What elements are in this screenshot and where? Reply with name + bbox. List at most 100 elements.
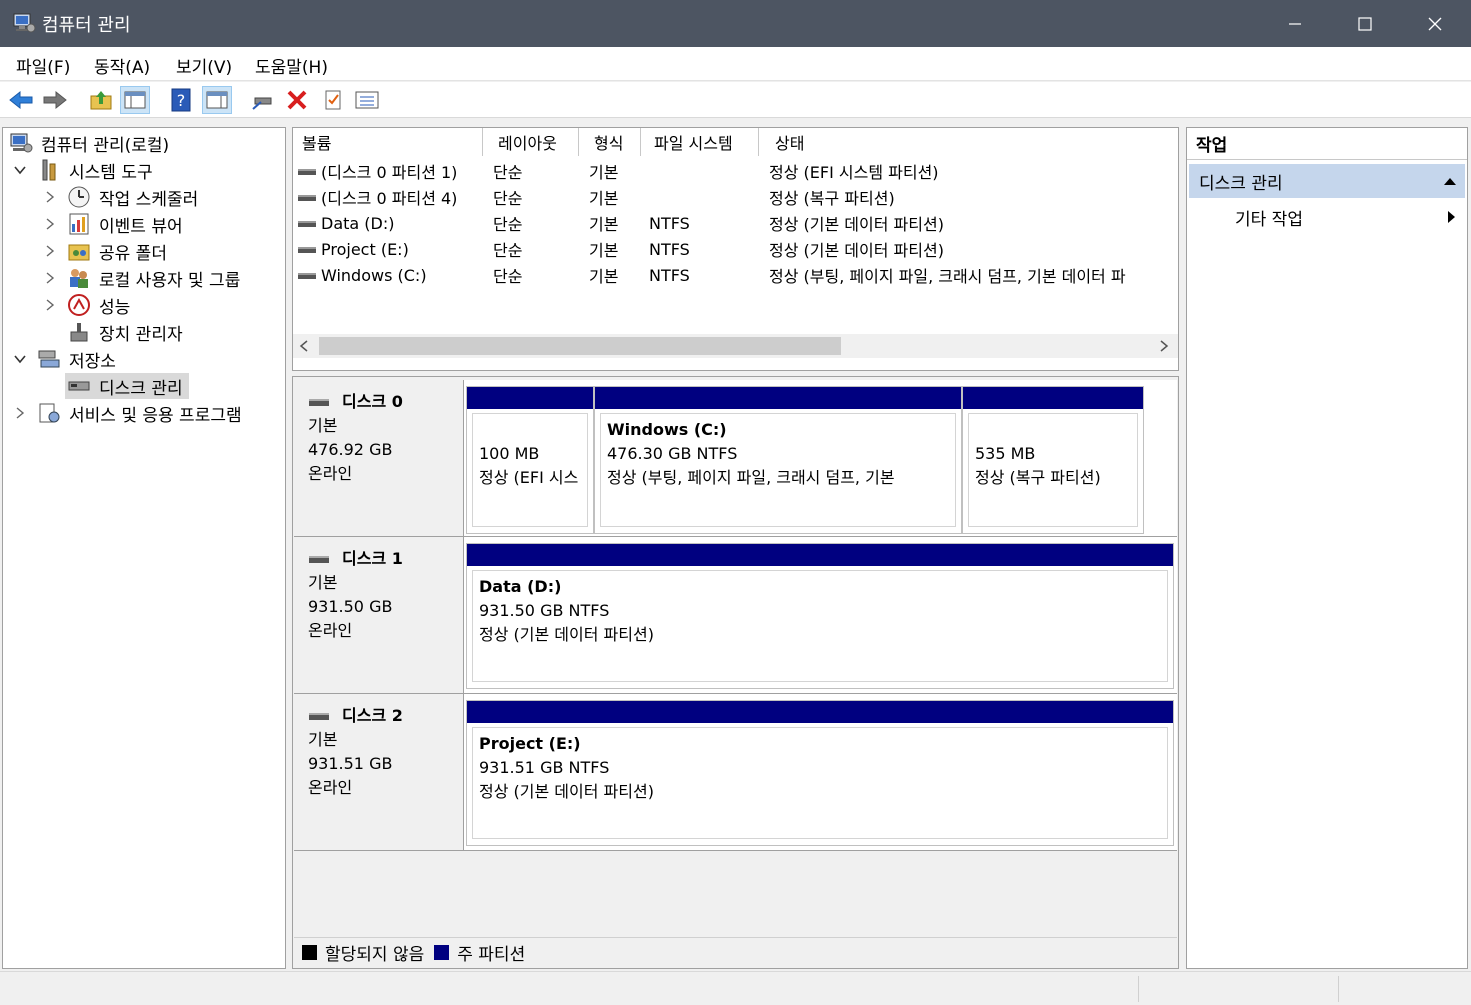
chevron-down-icon[interactable] xyxy=(13,163,27,177)
tree-item-storage[interactable]: 저장소 xyxy=(13,346,116,372)
properties-button[interactable] xyxy=(318,86,348,114)
menu-action[interactable]: 동작(A) xyxy=(94,53,150,78)
scrollbar-thumb[interactable] xyxy=(319,337,841,355)
disk-row-1: 디스크 1 기본 931.50 GB 온라인 Data (D:) 931.50 … xyxy=(294,537,1177,694)
disk-drive-icon xyxy=(309,713,329,720)
scroll-right-icon[interactable] xyxy=(1159,340,1169,352)
column-header-layout[interactable]: 레이아웃 xyxy=(483,128,579,156)
horizontal-scrollbar[interactable] xyxy=(293,334,1178,358)
actions-pane: 작업 디스크 관리 기타 작업 xyxy=(1186,127,1468,969)
show-hide-console-tree-button[interactable] xyxy=(120,86,150,114)
action-more-actions[interactable]: 기타 작업 xyxy=(1189,202,1465,232)
collapse-up-icon[interactable] xyxy=(1443,176,1457,186)
delete-button[interactable] xyxy=(282,86,312,114)
storage-icon xyxy=(38,350,60,368)
close-icon xyxy=(1428,17,1442,30)
unallocated-swatch xyxy=(302,945,317,960)
disk-name: 디스크 1 xyxy=(342,549,403,568)
show-hide-action-pane-button[interactable] xyxy=(202,86,232,114)
tree-item-label: 시스템 도구 xyxy=(69,162,153,183)
tree-item-shared-folders[interactable]: 공유 폴더 xyxy=(43,238,167,264)
table-row[interactable]: (디스크 0 파티션 4) 단순 기본 정상 (복구 파티션) xyxy=(297,184,1177,210)
actions-section-disk-management[interactable]: 디스크 관리 xyxy=(1189,164,1465,198)
chevron-right-icon[interactable] xyxy=(43,244,57,258)
tree-item-event-viewer[interactable]: 이벤트 뷰어 xyxy=(43,211,183,237)
table-row[interactable]: Data (D:) 단순 기본 NTFS 정상 (기본 데이터 파티션) xyxy=(297,210,1177,236)
chevron-right-icon[interactable] xyxy=(13,406,27,420)
computer-management-icon xyxy=(13,13,36,33)
back-button[interactable] xyxy=(6,86,36,114)
svg-text:?: ? xyxy=(177,91,186,110)
help-button[interactable]: ? xyxy=(166,86,196,114)
tree-item-root[interactable]: 컴퓨터 관리(로컬) xyxy=(9,130,169,156)
table-row[interactable]: Project (E:) 단순 기본 NTFS 정상 (기본 데이터 파티션) xyxy=(297,236,1177,262)
menu-bar: 파일(F) 동작(A) 보기(V) 도움말(H) xyxy=(0,47,1471,81)
tree-item-disk-management[interactable]: 디스크 관리 xyxy=(65,373,189,399)
close-button[interactable] xyxy=(1400,0,1470,47)
connect-virtual-disk-button[interactable] xyxy=(248,86,278,114)
disk-size: 476.92 GB xyxy=(308,440,393,459)
tree-item-performance[interactable]: 성능 xyxy=(43,292,130,318)
partition-project[interactable]: Project (E:) 931.51 GB NTFS 정상 (기본 데이터 파… xyxy=(466,700,1174,846)
column-header-type[interactable]: 형식 xyxy=(579,128,641,156)
list-view-icon xyxy=(355,91,379,109)
scroll-left-icon[interactable] xyxy=(299,340,309,352)
table-row[interactable]: Windows (C:) 단순 기본 NTFS 정상 (부팅, 페이지 파일, … xyxy=(297,262,1177,288)
tree-item-device-manager[interactable]: 장치 관리자 xyxy=(67,319,183,345)
action-pane-icon xyxy=(206,91,228,109)
primary-partition-bar xyxy=(595,387,961,409)
partition-data[interactable]: Data (D:) 931.50 GB NTFS 정상 (기본 데이터 파티션) xyxy=(466,543,1174,689)
chevron-down-icon[interactable] xyxy=(13,352,27,366)
up-one-level-button[interactable] xyxy=(86,86,116,114)
partition-status: 정상 (기본 데이터 파티션) xyxy=(479,625,654,644)
disk-management-icon xyxy=(68,381,90,391)
console-tree-pane: 컴퓨터 관리(로컬) 시스템 도구 작업 스케줄러 이벤트 뷰어 공유 폴더 로… xyxy=(2,127,286,969)
disk-size: 931.51 GB xyxy=(308,754,393,773)
chevron-right-icon[interactable] xyxy=(43,190,57,204)
show-list-button[interactable] xyxy=(352,86,382,114)
tree-item-services[interactable]: 서비스 및 응용 프로그램 xyxy=(13,400,242,426)
disk-name: 디스크 2 xyxy=(342,706,403,725)
table-row[interactable]: (디스크 0 파티션 1) 단순 기본 정상 (EFI 시스템 파티션) xyxy=(297,158,1177,184)
chevron-right-icon[interactable] xyxy=(43,298,57,312)
partition-status: 정상 (EFI 시스 xyxy=(479,468,579,487)
legend-primary: 주 파티션 xyxy=(457,945,526,965)
status-divider xyxy=(1138,976,1139,1002)
chevron-right-icon[interactable] xyxy=(43,217,57,231)
partition-title: Project (E:) xyxy=(479,734,581,753)
disk-info[interactable]: 디스크 2 기본 931.51 GB 온라인 xyxy=(294,694,464,850)
partition-size: 476.30 GB NTFS xyxy=(607,444,738,463)
actions-header: 작업 xyxy=(1187,128,1467,160)
disk-info[interactable]: 디스크 0 기본 476.92 GB 온라인 xyxy=(294,380,464,536)
help-icon: ? xyxy=(171,88,191,112)
partition-windows[interactable]: Windows (C:) 476.30 GB NTFS 정상 (부팅, 페이지 … xyxy=(594,386,962,534)
disk-drive-icon xyxy=(309,556,329,563)
partition-title xyxy=(479,418,581,442)
tree-item-local-users[interactable]: 로컬 사용자 및 그룹 xyxy=(43,265,240,291)
chevron-right-icon[interactable] xyxy=(43,271,57,285)
column-header-status[interactable]: 상태 xyxy=(759,128,1178,156)
menu-view[interactable]: 보기(V) xyxy=(176,53,232,78)
partition-status: 정상 (부팅, 페이지 파일, 크래시 덤프, 기본 xyxy=(607,468,895,487)
disk-type: 기본 xyxy=(308,416,338,435)
tree-item-label: 성능 xyxy=(99,297,131,318)
volume-list-body: (디스크 0 파티션 1) 단순 기본 정상 (EFI 시스템 파티션) (디스… xyxy=(293,157,1178,332)
menu-file[interactable]: 파일(F) xyxy=(16,53,70,78)
column-header-filesystem[interactable]: 파일 시스템 xyxy=(641,128,759,156)
status-bar xyxy=(0,971,1471,1005)
toolbar: ? xyxy=(0,82,1471,118)
partition-size: 535 MB xyxy=(975,444,1036,463)
tree-item-system-tools[interactable]: 시스템 도구 xyxy=(13,157,153,183)
forward-button[interactable] xyxy=(40,86,70,114)
tree-item-label: 컴퓨터 관리(로컬) xyxy=(41,135,170,156)
menu-help[interactable]: 도움말(H) xyxy=(255,53,328,78)
tree-item-task-scheduler[interactable]: 작업 스케줄러 xyxy=(43,184,198,210)
column-header-volume[interactable]: 볼륨 xyxy=(293,128,483,156)
partition-recovery[interactable]: 535 MB 정상 (복구 파티션) xyxy=(962,386,1144,534)
minimize-button[interactable] xyxy=(1260,0,1330,47)
partition-efi[interactable]: 100 MB 정상 (EFI 시스 xyxy=(466,386,594,534)
disk-info[interactable]: 디스크 1 기본 931.50 GB 온라인 xyxy=(294,537,464,693)
tree-item-label: 저장소 xyxy=(69,351,116,372)
partition-title: Windows (C:) xyxy=(607,420,727,439)
maximize-button[interactable] xyxy=(1330,0,1400,47)
